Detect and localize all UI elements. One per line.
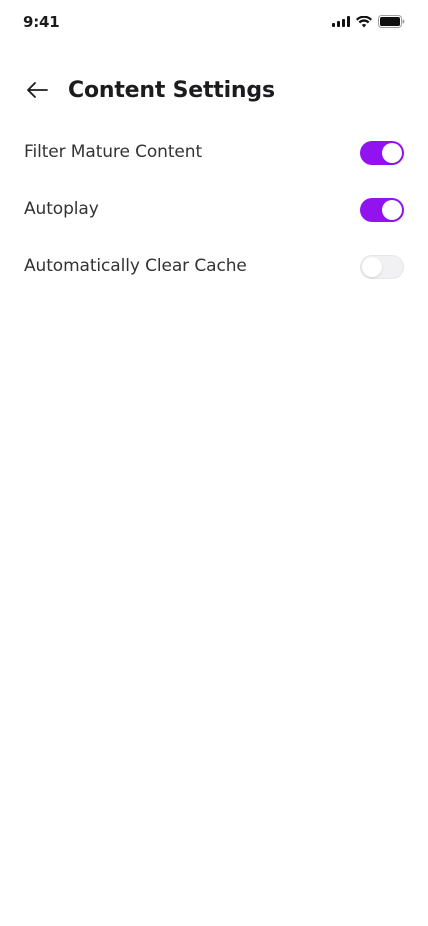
toggle-knob (382, 200, 402, 220)
settings-list: Filter Mature Content Autoplay Automatic… (0, 134, 428, 305)
status-icons (332, 15, 405, 28)
autoplay-toggle[interactable] (360, 198, 404, 222)
setting-label: Autoplay (24, 199, 99, 219)
page-title: Content Settings (68, 78, 275, 103)
status-bar: 9:41 (0, 0, 428, 44)
setting-label: Filter Mature Content (24, 142, 203, 162)
setting-label: Automatically Clear Cache (24, 256, 247, 276)
header: Content Settings (0, 72, 428, 112)
setting-row-automatically-clear-cache: Automatically Clear Cache (0, 248, 428, 305)
setting-row-filter-mature-content: Filter Mature Content (0, 134, 428, 191)
toggle-knob (382, 143, 402, 163)
signal-icon (332, 16, 350, 27)
arrow-left-icon (25, 81, 49, 103)
back-button[interactable] (24, 80, 50, 104)
toggle-knob (362, 257, 382, 277)
filter-mature-content-toggle[interactable] (360, 141, 404, 165)
automatically-clear-cache-toggle[interactable] (360, 255, 404, 279)
wifi-icon (356, 15, 372, 28)
setting-row-autoplay: Autoplay (0, 191, 428, 248)
battery-icon (378, 15, 405, 28)
status-time: 9:41 (23, 13, 60, 31)
